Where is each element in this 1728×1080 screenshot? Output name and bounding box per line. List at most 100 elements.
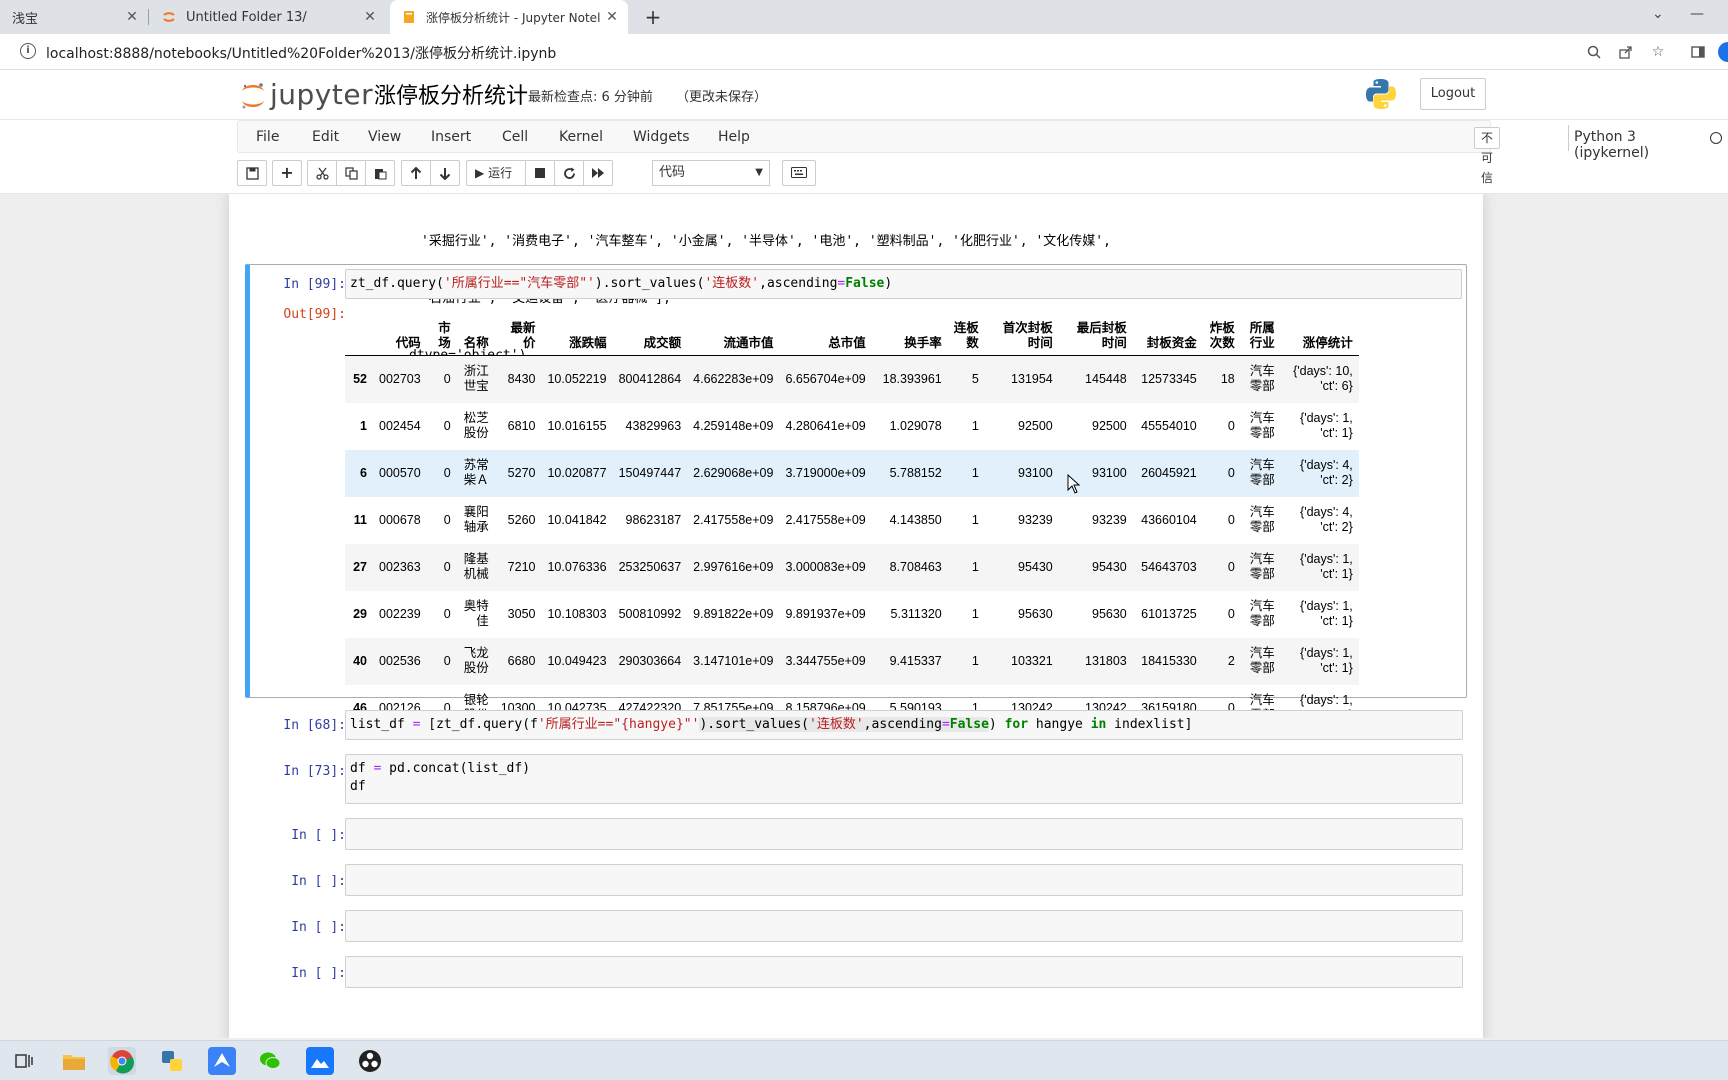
code-editor[interactable] <box>345 956 1463 988</box>
column-header[interactable]: 代码 <box>373 317 427 356</box>
column-header[interactable]: 所属 行业 <box>1241 317 1281 356</box>
column-header[interactable]: 市 场 <box>427 317 457 356</box>
notebook-scroll-area[interactable]: '采掘行业', '消费电子', '汽车整车', '小金属', '半导体', '电… <box>0 194 1728 1038</box>
table-cell: 汽车 零部 <box>1249 411 1275 440</box>
obs-studio-icon[interactable] <box>356 1047 384 1075</box>
code-token: ) <box>988 717 1005 732</box>
code-token: hangye <box>1028 717 1091 732</box>
code-editor[interactable]: list_df = [zt_df.query(f'所属行业=="{hangye}… <box>345 710 1463 740</box>
jupyter-logo[interactable]: jupyter <box>240 78 373 111</box>
column-header[interactable]: 成交额 <box>613 317 688 356</box>
cut-button[interactable] <box>307 160 337 186</box>
feishu-app-icon[interactable] <box>208 1047 236 1075</box>
close-icon[interactable]: ✕ <box>124 9 140 25</box>
cell-type-value: 代码 <box>659 165 686 180</box>
code-cell-selected[interactable]: In [99]: zt_df.query('所属行业=="汽车零部"').sor… <box>245 264 1467 722</box>
run-button[interactable]: ▶ 运行 <box>466 160 526 186</box>
table-cell: 6680 <box>507 653 536 668</box>
paste-button[interactable] <box>365 160 395 186</box>
bookmark-star-icon[interactable]: ☆ <box>1648 42 1668 62</box>
table-cell: 4.143850 <box>889 512 942 527</box>
table-cell: 98623187 <box>625 512 682 527</box>
table-cell: 汽车 零部 <box>1249 646 1275 675</box>
chevron-down-icon[interactable]: ⌄ <box>1652 6 1664 22</box>
file-explorer-icon[interactable] <box>60 1047 88 1075</box>
menu-widgets[interactable]: Widgets <box>633 129 690 145</box>
code-cell-empty[interactable]: In [ ]: <box>245 862 1467 898</box>
code-editor[interactable] <box>345 864 1463 896</box>
browser-tab[interactable]: 浅宝 ✕ <box>0 0 148 34</box>
code-editor[interactable] <box>345 818 1463 850</box>
column-header[interactable]: 流通市值 <box>687 317 779 356</box>
zoom-icon[interactable] <box>1584 42 1604 62</box>
logout-button[interactable]: Logout <box>1420 78 1486 110</box>
code-editor[interactable] <box>345 910 1463 942</box>
restart-button[interactable] <box>554 160 584 186</box>
save-button[interactable] <box>237 160 267 186</box>
input-prompt: In [ ]: <box>291 828 346 843</box>
browser-tab-active[interactable]: 涨停板分析统计 - Jupyter Notel ✕ <box>390 0 628 34</box>
url-field[interactable]: localhost:8888/notebooks/Untitled%20Fold… <box>46 43 556 63</box>
table-cell: 0 <box>1227 559 1235 574</box>
move-down-button[interactable] <box>430 160 460 186</box>
menu-kernel[interactable]: Kernel <box>559 129 603 145</box>
code-cell-empty[interactable]: In [ ]: <box>245 816 1467 852</box>
profile-avatar[interactable] <box>1718 42 1728 62</box>
python-app-icon[interactable] <box>158 1047 186 1075</box>
code-cell[interactable]: In [68]: list_df = [zt_df.query(f'所属行业==… <box>245 708 1467 744</box>
minimize-icon[interactable]: — <box>1690 6 1704 22</box>
copy-button[interactable] <box>336 160 366 186</box>
move-up-button[interactable] <box>401 160 431 186</box>
wechat-icon[interactable] <box>256 1047 284 1075</box>
table-row: 6 000570 0 苏常 柴Ａ 5270 10.020877 150497447 2.629… <box>345 449 1359 497</box>
code-editor[interactable]: zt_df.query('所属行业=="汽车零部"').sort_values(… <box>345 269 1462 299</box>
column-header[interactable]: 换手率 <box>872 317 948 356</box>
command-palette-button[interactable] <box>782 160 816 186</box>
share-icon[interactable] <box>1616 42 1636 62</box>
autosave-status: （更改未保存） <box>676 90 768 105</box>
image-app-icon[interactable] <box>306 1047 334 1075</box>
code-token: list_df <box>350 717 413 732</box>
jupyter-header: jupyter 涨停板分析统计 最新检查点: 6 分钟前 （更改未保存） Log… <box>0 70 1728 120</box>
code-cell[interactable]: In [73]: df = pd.concat(list_df) df <box>245 752 1467 808</box>
kernel-status-icon <box>1710 132 1722 144</box>
column-header[interactable]: 连板 数 <box>948 317 985 356</box>
column-header[interactable]: 涨跌幅 <box>541 317 612 356</box>
menu-insert[interactable]: Insert <box>431 129 471 145</box>
code-editor[interactable]: df = pd.concat(list_df) df <box>345 754 1463 804</box>
menu-help[interactable]: Help <box>718 129 750 145</box>
code-cell-empty[interactable]: In [ ]: <box>245 954 1467 990</box>
column-header[interactable]: 总市值 <box>779 317 871 356</box>
cell-type-select[interactable]: 代码 ▼ <box>652 160 770 186</box>
code-keyword: in <box>1090 717 1107 732</box>
column-header[interactable]: 涨停统计 <box>1281 317 1359 356</box>
column-header[interactable]: 首次封板 时间 <box>985 317 1059 356</box>
sidebar-icon[interactable] <box>1688 42 1708 62</box>
code-cell-empty[interactable]: In [ ]: <box>245 908 1467 944</box>
close-icon[interactable]: ✕ <box>604 9 620 25</box>
interrupt-button[interactable] <box>525 160 555 186</box>
kernel-name[interactable]: Python 3 (ipykernel) <box>1574 129 1649 161</box>
new-tab-button[interactable]: + <box>640 4 666 30</box>
menu-file[interactable]: File <box>256 129 279 145</box>
close-icon[interactable]: ✕ <box>362 9 378 25</box>
add-cell-button[interactable]: + <box>272 160 302 186</box>
task-view-icon[interactable] <box>10 1047 38 1075</box>
notebook-title[interactable]: 涨停板分析统计 <box>374 78 528 110</box>
column-header[interactable]: 最后封板 时间 <box>1059 317 1133 356</box>
table-cell: {'days': 1, 'ct': 1} <box>1300 552 1353 581</box>
menu-cell[interactable]: Cell <box>502 129 528 145</box>
menu-edit[interactable]: Edit <box>312 129 339 145</box>
browser-tab[interactable]: Untitled Folder 13/ ✕ <box>150 0 386 34</box>
column-header[interactable]: 炸板 次数 <box>1203 317 1241 356</box>
table-cell: 苏常 柴Ａ <box>463 458 489 487</box>
restart-run-all-button[interactable] <box>583 160 613 186</box>
chrome-icon[interactable] <box>108 1047 136 1075</box>
table-cell: 5.311320 <box>890 606 942 621</box>
menu-view[interactable]: View <box>368 129 401 145</box>
info-icon[interactable]: i <box>20 43 36 59</box>
trust-badge[interactable]: 不可信 <box>1474 127 1501 185</box>
column-header[interactable]: 封板资金 <box>1133 317 1203 356</box>
column-header[interactable]: 最新 价 <box>495 317 542 356</box>
column-header[interactable]: 名称 <box>457 317 495 356</box>
